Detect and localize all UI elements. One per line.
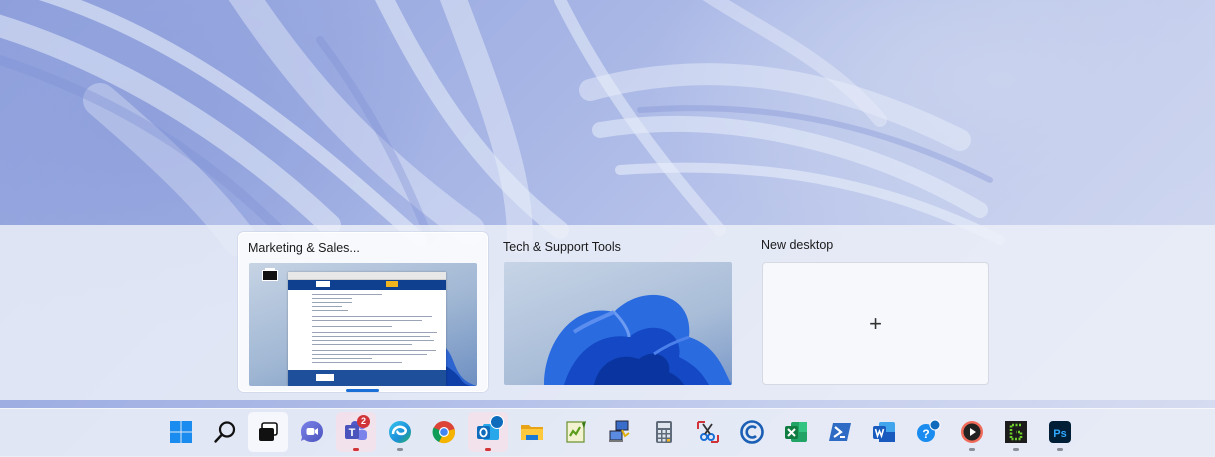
network-tool-button[interactable] [600, 412, 640, 452]
search-button[interactable] [205, 412, 245, 452]
running-indicator [1057, 448, 1063, 451]
svg-text:T: T [349, 427, 356, 439]
running-indicator [353, 448, 359, 451]
svg-text:?: ? [922, 427, 929, 441]
desktop-card-new[interactable]: New desktop + [752, 232, 1002, 392]
teams-button[interactable]: T 2 [336, 412, 376, 452]
new-desktop-label[interactable]: New desktop [761, 238, 833, 252]
photoshop-button[interactable]: Ps [1040, 412, 1080, 452]
word-button[interactable] [864, 412, 904, 452]
chrome-icon [432, 421, 455, 444]
photoshop-icon: Ps [1049, 421, 1071, 443]
notification-badge: 2 [357, 415, 370, 428]
mail-notification-icon [490, 415, 504, 429]
chat-icon [301, 421, 323, 442]
running-indicator [969, 448, 975, 451]
running-indicator [485, 448, 491, 451]
folder-icon [521, 425, 543, 440]
quick-assist-button[interactable]: ? [908, 412, 948, 452]
excel-button[interactable] [776, 412, 816, 452]
new-desktop-button[interactable]: + [762, 262, 989, 385]
desktop-card-marketing[interactable]: Marketing & Sales... [238, 232, 488, 392]
calculator-button[interactable] [644, 412, 684, 452]
file-explorer-button[interactable] [512, 412, 552, 452]
media-player-button[interactable] [952, 412, 992, 452]
edge-icon [389, 421, 411, 443]
greenshot-button[interactable] [996, 412, 1036, 452]
running-indicator [1013, 448, 1019, 451]
powershell-button[interactable] [820, 412, 860, 452]
active-desktop-indicator [346, 389, 379, 392]
desktop-title[interactable]: Marketing & Sales... [248, 241, 360, 255]
quick-assist-icon: ? [917, 419, 941, 442]
windows-logo-icon [170, 421, 192, 443]
calculator-icon [656, 421, 672, 443]
browser-window-thumbnail [288, 272, 446, 386]
terminal-window-icon [262, 268, 278, 281]
start-button[interactable] [161, 412, 201, 452]
powershell-icon [829, 423, 851, 441]
snipping-tool-button[interactable] [688, 412, 728, 452]
bloom-wallpaper-icon [544, 294, 732, 385]
desktop-thumbnail[interactable] [249, 263, 477, 386]
excel-icon [785, 422, 807, 442]
ccleaner-icon [740, 420, 764, 444]
chat-button[interactable] [292, 412, 332, 452]
greenshot-icon [1005, 421, 1027, 443]
desktop-card-tech[interactable]: Tech & Support Tools [494, 232, 744, 392]
svg-text:Ps: Ps [1053, 428, 1066, 440]
desktop-title[interactable]: Tech & Support Tools [503, 240, 621, 254]
search-icon [214, 421, 236, 443]
desktop-thumbnail[interactable] [504, 262, 732, 385]
notepad-plus-button[interactable] [556, 412, 596, 452]
chrome-button[interactable] [424, 412, 464, 452]
play-icon [961, 421, 983, 443]
outlook-button[interactable] [468, 412, 508, 452]
ccleaner-button[interactable] [732, 412, 772, 452]
running-indicator [397, 448, 403, 451]
word-icon [873, 422, 895, 442]
task-view-button[interactable] [248, 412, 288, 452]
notepad-icon [566, 421, 586, 443]
edge-button[interactable] [380, 412, 420, 452]
task-view-icon [259, 422, 278, 441]
scissors-icon [697, 421, 719, 443]
plus-icon: + [869, 310, 882, 336]
network-icon [609, 420, 630, 442]
